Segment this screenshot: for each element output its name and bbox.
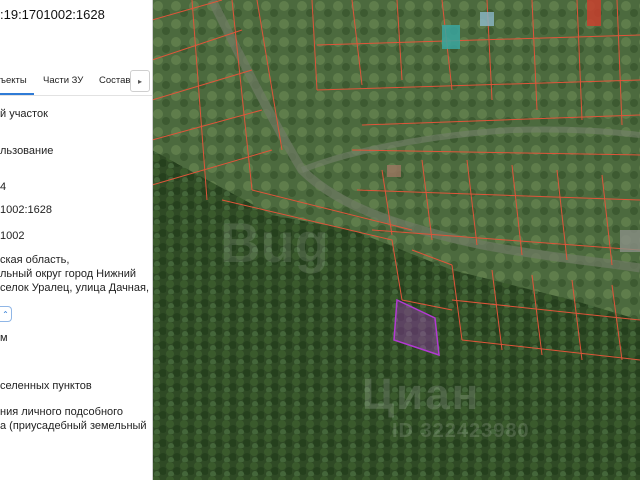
parcel-type-value: й участок	[0, 108, 48, 120]
land-category-value: селенных пунктов	[0, 380, 92, 392]
usage-value: льзование	[0, 145, 54, 157]
tabs-divider	[0, 95, 152, 96]
address-line-2: льный округ город Нижний	[0, 268, 136, 280]
chevron-up-icon: ⌃	[2, 309, 9, 319]
tab-composition[interactable]: Состав	[99, 75, 130, 86]
chevron-right-icon: ▸	[137, 76, 142, 86]
address-line-3: селок Уралец, улица Дачная,	[0, 282, 150, 294]
tab-objects[interactable]: ъекты	[0, 75, 27, 86]
tabs-bar: ъекты Части ЗУ Состав ▸	[0, 70, 152, 92]
area-value: 4	[0, 181, 7, 193]
info-panel: :19:1701002:1628 ъекты Части ЗУ Состав ▸…	[0, 0, 153, 480]
roof-blue	[480, 12, 494, 26]
roof-teal	[442, 25, 460, 49]
permitted-use-line-1: ния личного подсобного	[0, 406, 124, 418]
satellite-map[interactable]: Bug Циан ID 322423980	[152, 0, 640, 480]
collapse-address-button[interactable]: ⌃	[0, 306, 12, 322]
cadastral-number-title: :19:1701002:1628	[0, 7, 105, 22]
roof-grey	[620, 230, 640, 252]
watermark-listing-id: ID 322423980	[392, 420, 530, 442]
roof-brown	[387, 165, 401, 177]
tabs-next-button[interactable]: ▸	[130, 70, 150, 92]
cadastral-number-value: 1002:1628	[0, 204, 52, 216]
permitted-use-line-2: а (приусадебный земельный	[0, 420, 147, 432]
cadastral-quarter-value: 1002	[0, 230, 25, 242]
roof-red	[587, 0, 601, 26]
watermark-cian: Циан	[362, 370, 481, 419]
unit-value: м	[0, 332, 8, 344]
address-line-1: ская область,	[0, 254, 70, 266]
tab-parcel-parts[interactable]: Части ЗУ	[43, 75, 83, 86]
watermark-logo: Bug	[220, 211, 329, 274]
